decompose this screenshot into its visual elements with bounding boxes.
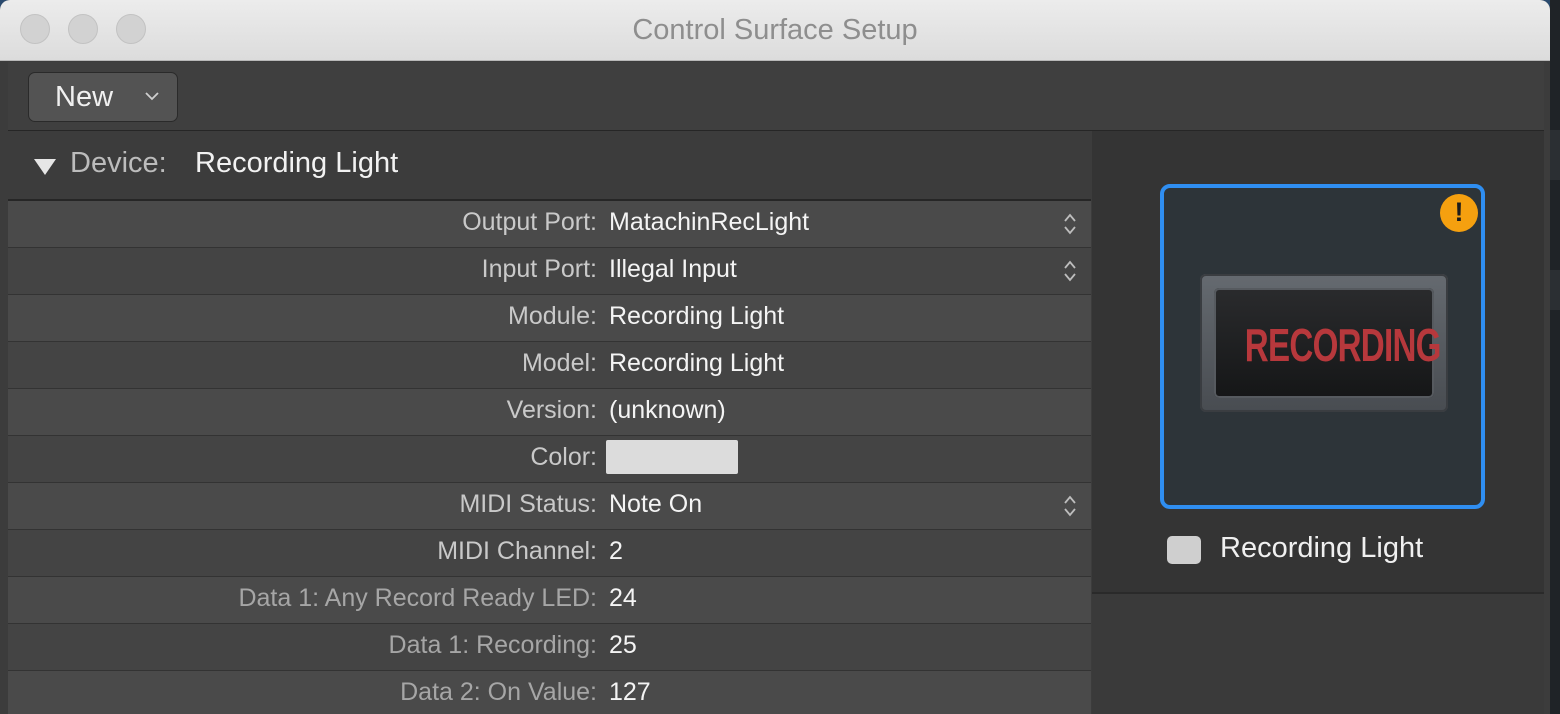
setting-label: Data 2: On Value: [400,678,597,706]
setting-row-data2-on-value[interactable]: Data 2: On Value: 127 [8,671,1091,714]
setting-row-module: Module: Recording Light [8,295,1091,342]
midi-status-popup[interactable]: Note On [609,490,702,519]
device-browser: ! RECORDING Recording Light [1092,131,1544,714]
color-swatch[interactable] [606,440,738,474]
recording-light-image: RECORDING [1200,274,1448,412]
setting-label: Data 1: Recording: [388,631,597,659]
setting-row-midi-channel[interactable]: MIDI Channel: 2 [8,530,1091,577]
background-window-edge [1550,0,1560,714]
device-name: Recording Light [195,147,399,179]
model-value: Recording Light [609,349,785,377]
version-value: (unknown) [609,396,726,424]
setting-label: Version: [506,396,597,424]
input-port-popup[interactable]: Illegal Input [609,255,737,284]
setting-row-input-port[interactable]: Input Port: Illegal Input [8,248,1091,295]
device-tile-name: Recording Light [1220,532,1424,564]
popup-arrows-icon[interactable] [1062,493,1078,519]
exclamation-warning-icon[interactable]: ! [1440,194,1478,232]
data1-record-ready-field[interactable]: 24 [609,584,637,613]
toolbar: New [8,62,1544,131]
midi-channel-field[interactable]: 2 [609,537,623,566]
device-checkbox[interactable] [1167,536,1201,564]
popup-arrows-icon[interactable] [1062,258,1078,284]
recording-light-device-tile[interactable]: ! RECORDING [1160,184,1485,509]
window-title: Control Surface Setup [632,14,918,46]
recording-display-text: RECORDING [1244,319,1442,371]
setting-label: Data 1: Any Record Ready LED: [238,584,597,612]
setting-label: Model: [521,349,597,377]
device-label: Device: [70,147,167,179]
setting-row-data1-recording[interactable]: Data 1: Recording: 25 [8,624,1091,671]
popup-arrows-icon[interactable] [1062,211,1078,237]
setting-row-color: Color: [8,436,1091,483]
module-value: Recording Light [609,302,785,330]
device-area: ! RECORDING Recording Light [1092,131,1544,594]
data2-on-value-field[interactable]: 127 [609,678,651,707]
title-bar: Control Surface Setup [0,0,1550,61]
setting-label: MIDI Status: [459,490,597,518]
setting-label: Output Port: [462,208,597,236]
output-port-popup[interactable]: MatachinRecLight [609,208,809,237]
control-surface-setup-window: Control Surface Setup New Device: Record… [0,0,1550,714]
device-inspector: Device: Recording Light Output Port: Mat… [8,131,1091,714]
data1-recording-field[interactable]: 25 [609,631,637,660]
setting-label: Input Port: [481,255,597,283]
setting-row-version: Version: (unknown) [8,389,1091,436]
setting-label: Module: [508,302,597,330]
setting-label: Color: [530,443,597,471]
settings-list: Output Port: MatachinRecLight Input Port… [8,201,1091,714]
chevron-down-icon [145,92,159,101]
device-disclosure[interactable]: Device: Recording Light [8,131,1091,201]
setting-row-data1-record-ready[interactable]: Data 1: Any Record Ready LED: 24 [8,577,1091,624]
setting-label: MIDI Channel: [437,537,597,565]
setting-row-output-port[interactable]: Output Port: MatachinRecLight [8,201,1091,248]
setting-row-model: Model: Recording Light [8,342,1091,389]
disclosure-triangle-icon[interactable] [32,157,58,177]
new-button-label: New [55,81,114,113]
setting-row-midi-status[interactable]: MIDI Status: Note On [8,483,1091,530]
new-menu-button[interactable]: New [28,72,178,122]
